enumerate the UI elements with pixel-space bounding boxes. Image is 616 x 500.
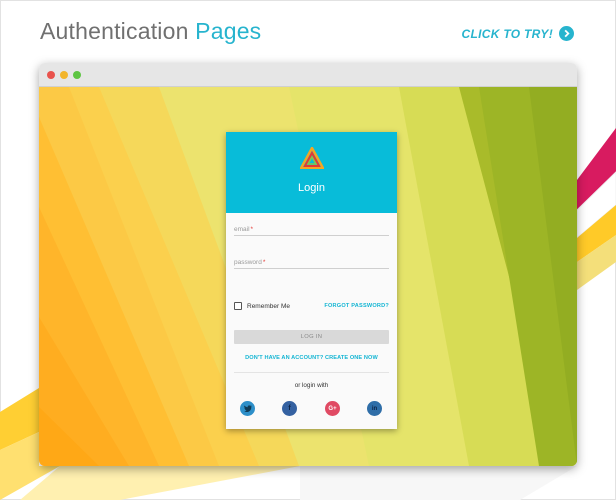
twitter-icon[interactable] bbox=[240, 401, 255, 416]
browser-window: Login email * password * Remember Me FORGO… bbox=[39, 63, 577, 466]
chevron-right-icon bbox=[559, 26, 574, 41]
heading-part-1: Authentication bbox=[40, 18, 189, 44]
page-heading: Authentication Pages bbox=[40, 18, 261, 45]
login-card: Login email * password * Remember Me FORGO… bbox=[226, 132, 397, 429]
remember-me-control[interactable]: Remember Me bbox=[234, 302, 290, 310]
password-placeholder: password bbox=[234, 259, 262, 266]
login-card-header: Login bbox=[226, 132, 397, 213]
window-titlebar bbox=[39, 63, 577, 87]
social-login-label: or login with bbox=[294, 382, 329, 389]
email-required-marker: * bbox=[250, 226, 254, 233]
email-field[interactable]: email * bbox=[234, 222, 389, 236]
login-title: Login bbox=[298, 182, 325, 194]
app-logo-icon bbox=[298, 145, 325, 174]
close-window-dot[interactable] bbox=[47, 70, 55, 79]
maximize-window-dot[interactable] bbox=[73, 70, 81, 79]
password-required-marker: * bbox=[262, 259, 266, 266]
facebook-icon[interactable]: f bbox=[282, 401, 297, 416]
remember-me-label: Remember Me bbox=[247, 302, 290, 310]
card-divider bbox=[234, 372, 389, 373]
email-placeholder: email bbox=[234, 226, 250, 233]
click-to-try-link[interactable]: CLICK TO TRY! bbox=[462, 26, 574, 41]
password-field[interactable]: password * bbox=[234, 255, 389, 269]
forgot-password-link[interactable]: FORGOT PASSWORD? bbox=[324, 303, 389, 309]
click-to-try-label: CLICK TO TRY! bbox=[461, 26, 553, 41]
remember-me-checkbox[interactable] bbox=[234, 302, 242, 310]
google-plus-icon[interactable]: G+ bbox=[325, 401, 340, 416]
minimize-window-dot[interactable] bbox=[60, 70, 68, 79]
page-viewport: Login email * password * Remember Me FORGO… bbox=[39, 87, 577, 466]
create-account-link[interactable]: DON'T HAVE AN ACCOUNT? CREATE ONE NOW bbox=[226, 355, 397, 361]
login-button[interactable]: LOG IN bbox=[234, 330, 389, 344]
heading-part-2: Pages bbox=[195, 18, 262, 44]
linkedin-icon[interactable]: in bbox=[367, 401, 382, 416]
